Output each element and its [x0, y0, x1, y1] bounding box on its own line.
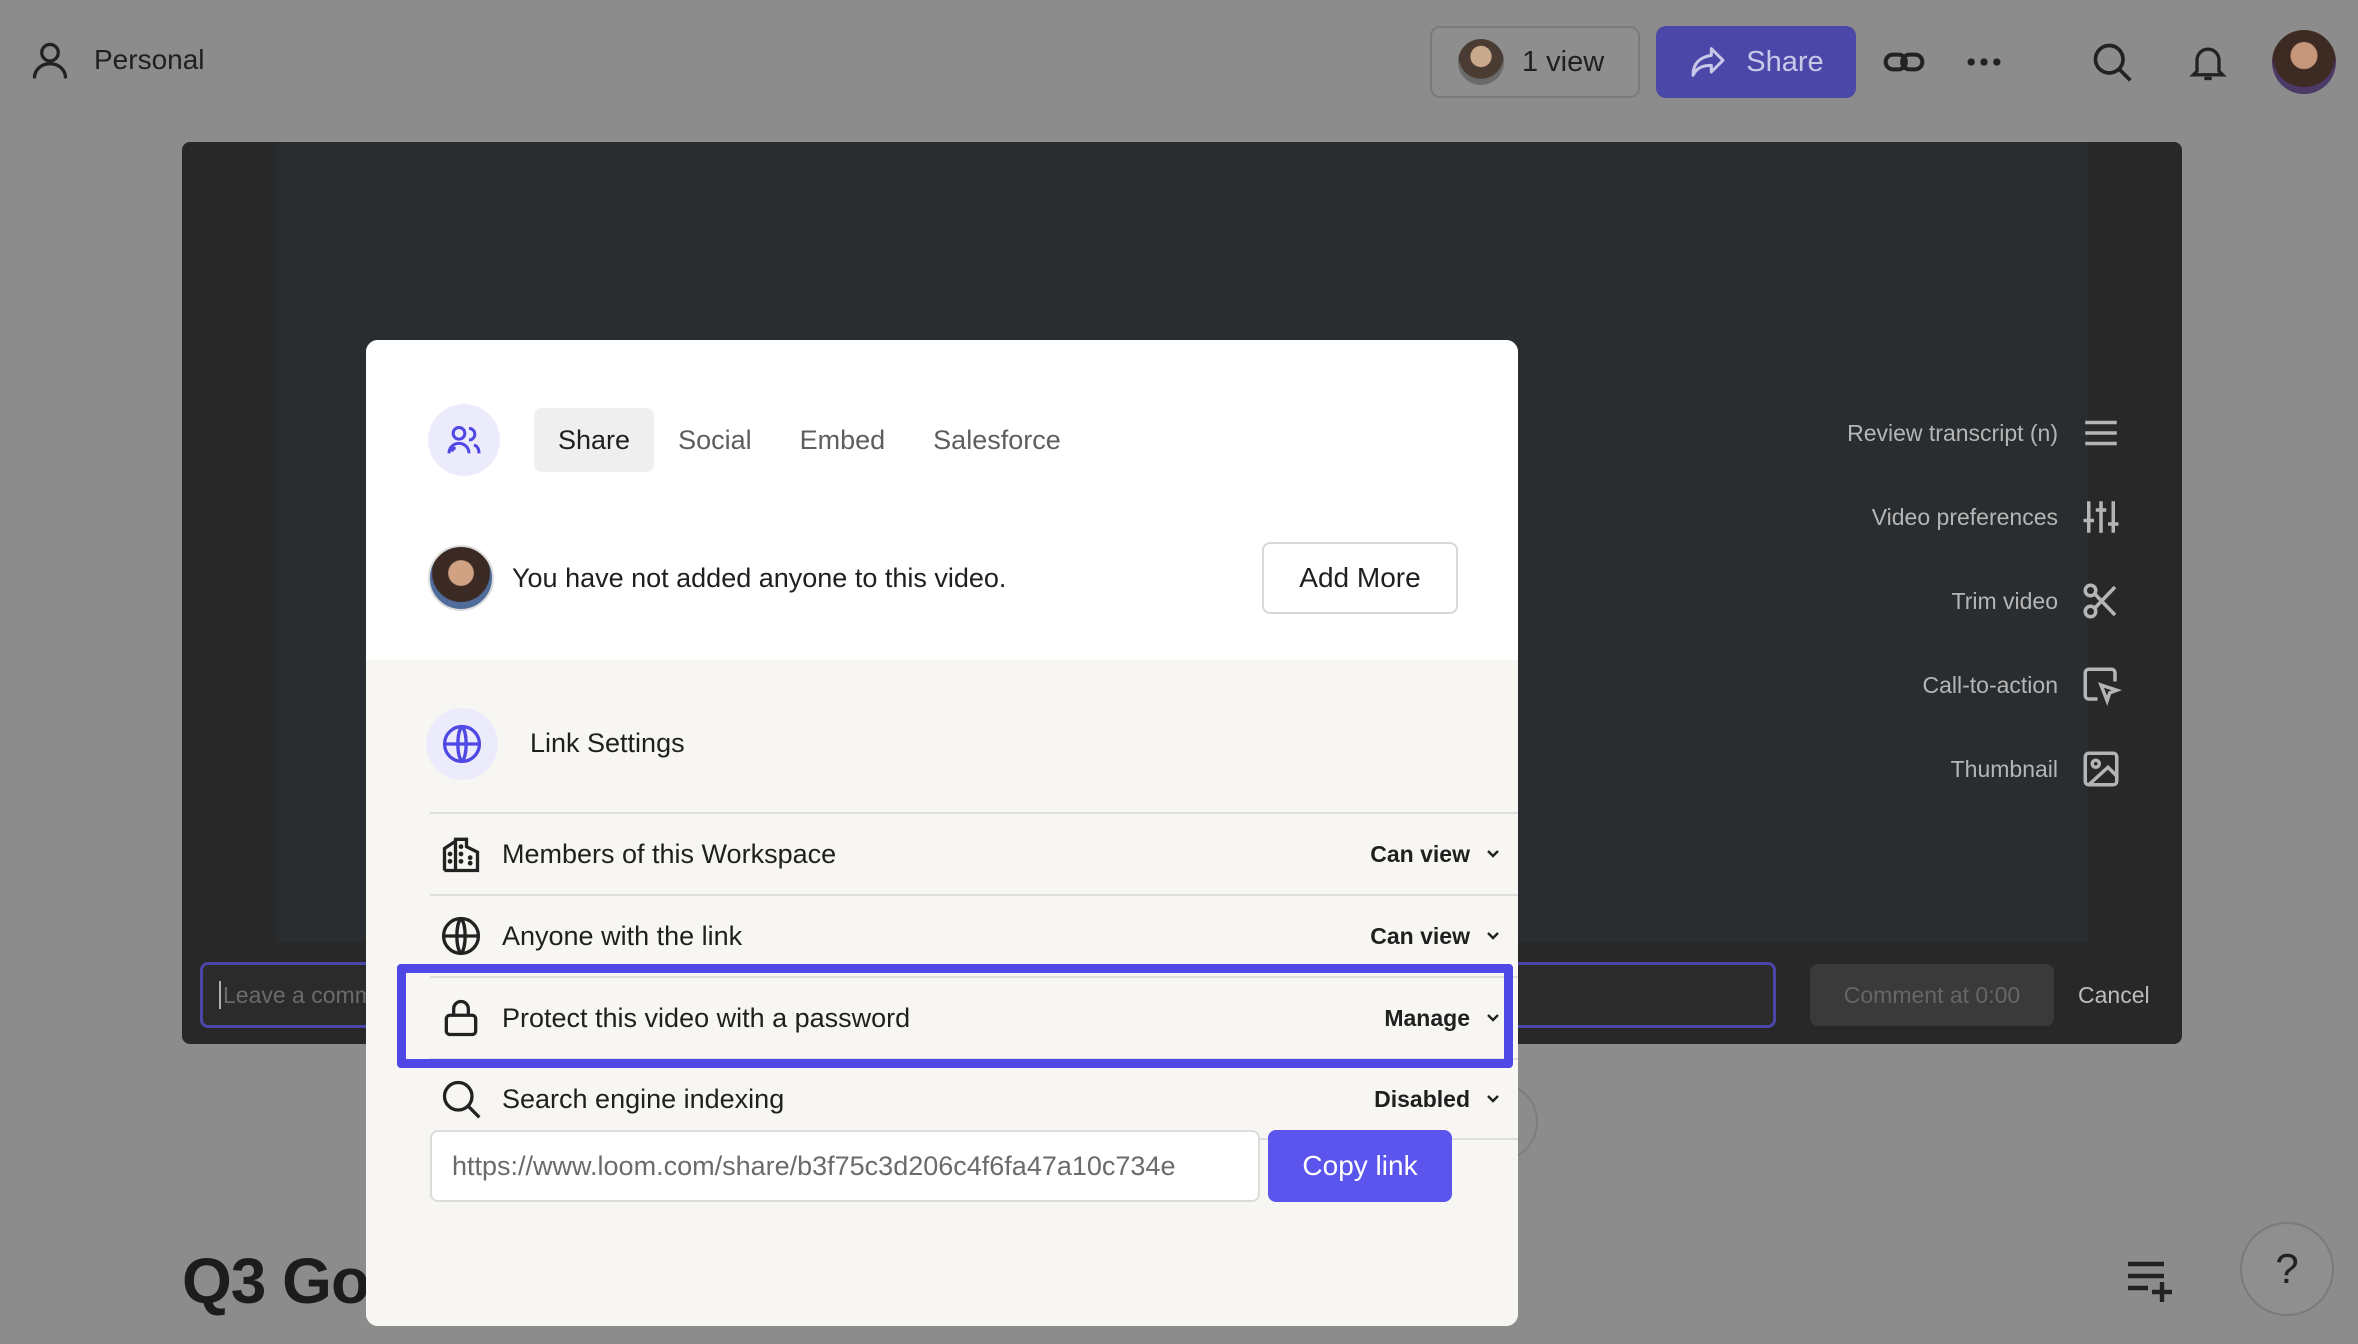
link-settings-panel: Link Settings Members of this Workspace … [366, 660, 1518, 1326]
building-icon [442, 837, 480, 873]
share-url-field[interactable]: https://www.loom.com/share/b3f75c3d206c4… [430, 1130, 1260, 1202]
search-icon [442, 1080, 481, 1119]
owner-avatar [428, 545, 494, 611]
row-label: Protect this video with a password [502, 1002, 911, 1033]
more-icon [1967, 58, 2001, 66]
help-button[interactable]: ? [2240, 1222, 2334, 1316]
bell-icon [2189, 47, 2227, 81]
building-icon-wrap [438, 831, 484, 877]
row-label: Members of this Workspace [502, 838, 837, 869]
user-icon [32, 42, 68, 79]
user-avatar[interactable] [2272, 30, 2336, 94]
notifications-button[interactable] [2184, 38, 2232, 86]
copy-link-button[interactable] [1880, 38, 1928, 86]
globe-icon [442, 724, 482, 764]
comment-at-time-button[interactable]: Comment at 0:00 [1810, 964, 2054, 1026]
share-button-label: Share [1746, 45, 1824, 78]
globe-icon [441, 916, 481, 956]
workspace-label: Personal [94, 44, 205, 75]
add-more-button[interactable]: Add More [1262, 542, 1458, 614]
share-arrow-icon [1691, 47, 1725, 77]
tab-salesforce[interactable]: Salesforce [909, 408, 1085, 472]
anyone-with-link-row: Anyone with the link Can view [430, 894, 1518, 976]
cancel-comment-button[interactable]: Cancel [2078, 964, 2150, 1026]
chevron-down-icon [1487, 932, 1499, 940]
modal-header: Share Social Embed Salesforce You have n… [366, 340, 1518, 660]
people-row: You have not added anyone to this video.… [428, 542, 1458, 614]
tool-thumbnail[interactable]: Thumbnail [1951, 748, 2122, 790]
search-icon [2093, 43, 2132, 82]
video-tools: Review transcript (n) Video preferences … [1847, 412, 2122, 790]
chevron-down-icon [1487, 1095, 1499, 1103]
cursor-click-icon [2083, 667, 2122, 706]
permission-dropdown[interactable]: Can view [1370, 923, 1500, 950]
tab-share[interactable]: Share [534, 408, 655, 472]
sliders-icon [2083, 501, 2119, 533]
row-label: Anyone with the link [502, 920, 743, 951]
search-indexing-row: Search engine indexing Disabled [430, 1058, 1518, 1140]
globe-icon-wrap [438, 913, 484, 959]
dropdown-value: Can view [1370, 840, 1470, 867]
lock-icon [444, 999, 478, 1037]
share-url-row: https://www.loom.com/share/b3f75c3d206c4… [430, 1130, 1518, 1202]
share-people-badge [428, 404, 500, 476]
views-label: 1 view [1522, 45, 1605, 78]
tool-call-to-action[interactable]: Call-to-action [1923, 664, 2123, 706]
tool-label: Thumbnail [1950, 755, 2058, 782]
manage-dropdown[interactable]: Manage [1384, 1005, 1500, 1032]
search-icon-wrap [438, 1076, 484, 1122]
copy-link-button[interactable]: Copy link [1268, 1130, 1452, 1202]
search-button[interactable] [2088, 38, 2136, 86]
dropdown-value: Can view [1370, 922, 1470, 949]
dropdown-value: Manage [1384, 1004, 1470, 1031]
password-protect-row: Protect this video with a password Manag… [430, 976, 1518, 1058]
tool-label: Video preferences [1871, 503, 2058, 530]
views-button[interactable]: 1 view [1430, 26, 1640, 98]
link-settings-badge [426, 708, 498, 780]
share-modal: Share Social Embed Salesforce You have n… [366, 340, 1518, 1326]
viewer-avatar [1458, 39, 1504, 85]
tab-embed[interactable]: Embed [776, 408, 910, 472]
link-icon [1883, 52, 1925, 72]
chevron-down-icon [1487, 1014, 1499, 1022]
share-button[interactable]: Share [1656, 26, 1856, 98]
add-people-icon [447, 426, 481, 454]
tool-label: Trim video [1951, 587, 2059, 614]
chevron-down-icon [1487, 850, 1499, 858]
top-bar: Personal 1 view Share [0, 0, 2358, 126]
transcript-icon [2085, 420, 2117, 446]
text-caret [219, 981, 221, 1009]
workspace-switcher[interactable]: Personal [28, 38, 205, 82]
tool-video-preferences[interactable]: Video preferences [1872, 496, 2122, 538]
share-tabs: Share Social Embed Salesforce [534, 408, 1085, 472]
indexing-dropdown[interactable]: Disabled [1374, 1086, 1500, 1113]
tool-trim-video[interactable]: Trim video [1952, 580, 2123, 622]
tool-review-transcript[interactable]: Review transcript (n) [1847, 412, 2122, 454]
scissors-icon [2083, 583, 2117, 619]
tool-label: Review transcript (n) [1847, 419, 2058, 446]
row-label: Search engine indexing [502, 1083, 785, 1114]
lock-icon-wrap [438, 995, 484, 1041]
link-settings-rows: Members of this Workspace Can view Anyon… [430, 812, 1518, 1140]
tab-social[interactable]: Social [654, 408, 776, 472]
tool-label: Call-to-action [1922, 671, 2059, 698]
add-to-queue-icon[interactable] [2124, 1256, 2176, 1304]
permission-dropdown[interactable]: Can view [1370, 841, 1500, 868]
dropdown-value: Disabled [1374, 1085, 1470, 1112]
page-title: Q3 Go [182, 1245, 370, 1317]
more-button[interactable] [1960, 38, 2008, 86]
link-settings-title: Link Settings [530, 728, 685, 758]
people-status-text: You have not added anyone to this video. [512, 562, 1007, 593]
image-icon [2083, 751, 2119, 787]
workspace-members-row: Members of this Workspace Can view [430, 812, 1518, 894]
comment-placeholder: Leave a comm [223, 981, 374, 1008]
